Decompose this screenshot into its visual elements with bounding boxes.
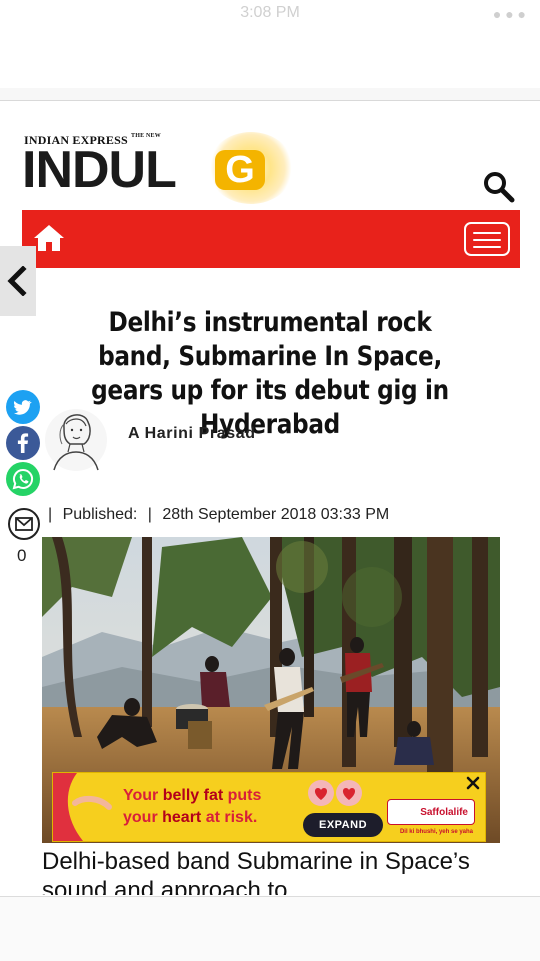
- publish-meta: | Published: | 28th September 2018 03:33…: [48, 506, 395, 524]
- mail-icon: [15, 517, 33, 531]
- ad-figure: [53, 773, 112, 841]
- whatsapp-share-button[interactable]: [6, 462, 40, 496]
- ad-hearts-graphic: [308, 780, 362, 806]
- ad-line-2: your heart at risk.: [123, 809, 257, 827]
- back-button[interactable]: [0, 246, 36, 316]
- ad-line-2-post: at risk.: [201, 809, 258, 826]
- nav-bar: [22, 210, 520, 268]
- bottom-browser-bar: [0, 896, 540, 961]
- meta-separator-2: |: [147, 506, 152, 523]
- ad-line-1: Your belly fat puts: [123, 787, 261, 805]
- chevron-left-icon: [7, 266, 27, 296]
- logo-left: INDUL: [22, 141, 177, 199]
- ad-expand-button[interactable]: EXPAND: [303, 813, 383, 837]
- ad-line-1-pre: Your: [123, 787, 163, 804]
- search-button[interactable]: [482, 170, 516, 204]
- menu-button[interactable]: [464, 222, 510, 256]
- ad-line-2-pre: your: [123, 809, 163, 826]
- facebook-icon: [17, 433, 29, 453]
- author-avatar: [45, 409, 107, 471]
- status-strip: 3:08 PM ● ● ●: [0, 0, 540, 101]
- browser-bar: [0, 88, 540, 100]
- article-headline: Delhi’s instrumental rock band, Submarin…: [91, 307, 449, 440]
- meta-separator: |: [48, 506, 53, 523]
- ad-tagline: Dil ki bhushi, yeh se yaha: [399, 829, 473, 835]
- ad-brand: Saffolalife: [387, 799, 475, 825]
- close-icon[interactable]: [465, 775, 481, 791]
- ad-banner[interactable]: Your belly fat puts your heart at risk. …: [52, 772, 486, 842]
- published-date: 28th September 2018 03:33 PM: [162, 506, 390, 523]
- site-logo[interactable]: INDIAN EXPRESS THE NEW INDULE G: [22, 128, 312, 208]
- author-name[interactable]: A Harini Prasad: [128, 425, 256, 443]
- ad-line-1-bold: belly fat: [162, 787, 224, 804]
- home-icon: [34, 225, 64, 251]
- twitter-icon: [13, 400, 32, 415]
- whatsapp-icon: [12, 468, 34, 490]
- status-time: 3:08 PM: [240, 4, 300, 21]
- published-label: Published:: [62, 506, 138, 523]
- article-body: Delhi-based band Submarine in Space’s so…: [42, 848, 470, 895]
- status-dots: ● ● ●: [492, 6, 526, 22]
- facebook-share-button[interactable]: [6, 426, 40, 460]
- ad-line-1-post: puts: [223, 787, 262, 804]
- parent-brand-prefix: THE NEW: [131, 133, 161, 139]
- ad-line-2-bold: heart: [162, 809, 202, 826]
- logo-g: G: [215, 150, 265, 190]
- home-button[interactable]: [32, 223, 66, 253]
- email-share-button[interactable]: [8, 508, 40, 540]
- comment-count: 0: [17, 546, 27, 565]
- twitter-share-button[interactable]: [6, 390, 40, 424]
- search-icon: [484, 172, 515, 203]
